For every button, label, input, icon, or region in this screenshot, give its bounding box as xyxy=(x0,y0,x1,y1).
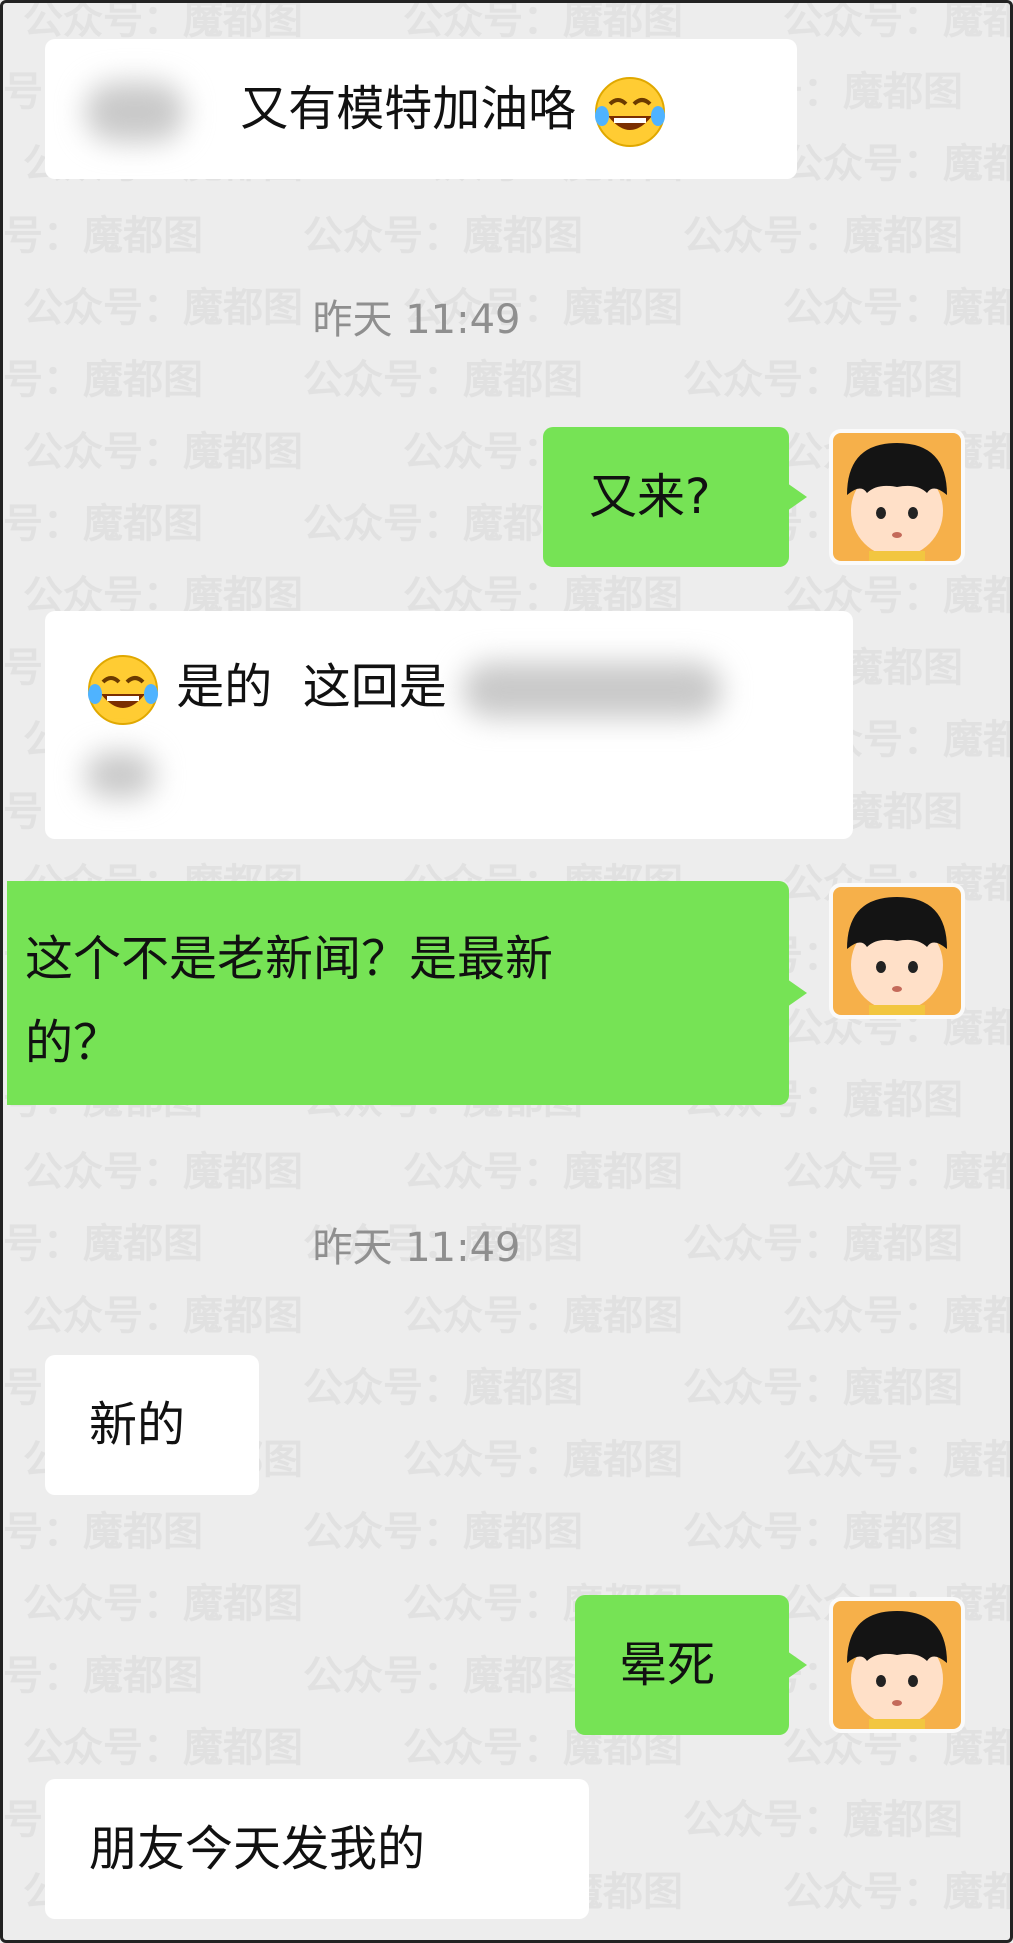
message-bubble-incoming[interactable]: 新的 xyxy=(45,1355,259,1495)
message-bubble-incoming[interactable]: 是的 这回是 xyxy=(45,611,853,839)
tears-of-joy-icon xyxy=(594,77,665,147)
message-bubble-outgoing[interactable]: 晕死 xyxy=(575,1595,807,1735)
message-text: 新的 xyxy=(89,1397,186,1453)
timestamp: 昨天 11:49 xyxy=(312,297,521,343)
message-list[interactable]: 又有模特加油咯 昨天 11:49 又来? 是的 这回是 这个不是老新闻？是最新 … xyxy=(3,3,1010,1940)
timestamp: 昨天 11:49 xyxy=(312,1225,521,1271)
redacted-text xyxy=(85,752,155,798)
cartoon-girl-avatar-icon xyxy=(833,887,961,1015)
message-bubble-incoming[interactable]: 又有模特加油咯 xyxy=(45,39,797,179)
redacted-text xyxy=(462,662,723,718)
message-bubble-outgoing[interactable]: 又来? xyxy=(543,427,807,567)
message-text: 晕死 xyxy=(619,1637,716,1693)
cartoon-girl-avatar-icon xyxy=(833,1601,961,1729)
message-text: 的？ xyxy=(25,1015,122,1071)
chat-screen: 公众号：魔都图公众号：魔都图公众号：魔都图公众号：魔都图公众号：魔都图公众号：魔… xyxy=(0,0,1013,1943)
user-avatar[interactable] xyxy=(833,1601,961,1729)
message-text: 这个不是老新闻？是最新 xyxy=(25,931,554,987)
message-bubble-outgoing[interactable]: 这个不是老新闻？是最新 的？ xyxy=(7,881,807,1105)
redacted-name xyxy=(85,82,185,142)
tears-of-joy-icon xyxy=(88,655,158,725)
message-text: 又有模特加油咯 xyxy=(240,81,577,137)
message-text: 朋友今天发我的 xyxy=(89,1821,426,1877)
user-avatar[interactable] xyxy=(833,887,961,1015)
user-avatar[interactable] xyxy=(833,433,961,561)
cartoon-girl-avatar-icon xyxy=(833,433,961,561)
message-bubble-incoming[interactable]: 朋友今天发我的 xyxy=(45,1779,589,1919)
message-text: 又来? xyxy=(589,469,711,525)
message-text: 是的 这回是 xyxy=(176,659,447,715)
